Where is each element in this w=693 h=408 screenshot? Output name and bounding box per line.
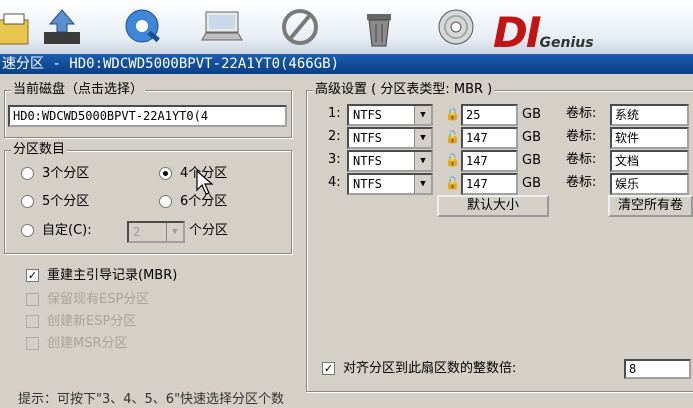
no-sign-icon[interactable]	[278, 6, 322, 48]
filesystem-value: NTFS	[353, 154, 382, 168]
radio-button[interactable]	[21, 224, 34, 237]
chevron-down-icon[interactable]: ▼	[414, 129, 431, 147]
current-disk-group: 当前磁盘（点击选择） HD0:WDCWD5000BPVT-22A1YT0(4	[4, 82, 292, 138]
lock-closed-icon[interactable]: 🔒	[445, 106, 460, 122]
footer-hint: 提示：可按下"3、4、5、6"快速选择分区个数	[18, 392, 285, 407]
radio-6-label: 6个分区	[180, 194, 228, 209]
radio-5-label: 5个分区	[42, 194, 90, 209]
save-icon[interactable]	[0, 6, 34, 48]
volume-label-input[interactable]: 娱乐	[610, 173, 689, 195]
row-number: 3:	[328, 152, 341, 167]
keep-esp-label: 保留现有ESP分区	[47, 292, 150, 307]
size-input[interactable]: 147	[461, 173, 518, 195]
partition-count-group: 分区数目 3个分区 4个分区 5个分区 6个分区 自定(C): 2 ▼ 个分区	[4, 142, 292, 254]
volume-label-caption: 卷标:	[566, 106, 597, 121]
chevron-down-icon[interactable]: ▼	[414, 152, 431, 170]
size-input[interactable]: 25	[461, 104, 518, 126]
size-input[interactable]: 147	[461, 150, 518, 172]
advanced-settings-label: 高级设置 ( 分区表类型: MBR )	[313, 82, 495, 98]
radio-button[interactable]	[21, 195, 34, 208]
trash-icon[interactable]	[357, 6, 401, 48]
chevron-down-icon[interactable]: ▼	[166, 223, 183, 241]
size-unit: GB	[522, 153, 541, 168]
volume-label-caption: 卷标:	[566, 175, 597, 190]
create-esp-checkbox[interactable]	[26, 315, 39, 328]
mouse-cursor-icon	[196, 170, 214, 195]
size-unit: GB	[522, 107, 541, 122]
align-sectors-input[interactable]: 8	[624, 359, 691, 379]
custom-label: 自定(C):	[42, 223, 92, 238]
custom-suffix: 个分区	[189, 223, 229, 238]
lock-open-icon[interactable]: 🔓	[445, 152, 460, 168]
upload-icon[interactable]	[40, 6, 84, 48]
size-unit: GB	[522, 176, 541, 191]
keep-esp-option[interactable]: 保留现有ESP分区	[26, 292, 149, 308]
radio-6-partitions[interactable]: 6个分区	[159, 194, 227, 210]
volume-label-input[interactable]: 软件	[610, 127, 689, 149]
radio-3-label: 3个分区	[42, 166, 90, 181]
disk-search-icon[interactable]	[120, 6, 164, 48]
rebuild-mbr-checkbox[interactable]: ✓	[26, 269, 39, 282]
radio-button-selected[interactable]	[159, 167, 172, 180]
current-disk-field[interactable]: HD0:WDCWD5000BPVT-22A1YT0(4	[8, 105, 287, 127]
filesystem-select[interactable]: NTFS ▼	[347, 127, 433, 149]
create-msr-checkbox[interactable]	[26, 337, 39, 350]
create-esp-label: 创建新ESP分区	[47, 314, 137, 329]
create-msr-option[interactable]: 创建MSR分区	[26, 336, 128, 352]
row-number: 1:	[328, 106, 341, 121]
custom-count-select[interactable]: 2 ▼	[127, 221, 185, 243]
row-number: 2:	[328, 129, 341, 144]
filesystem-value: NTFS	[353, 131, 382, 145]
laptop-icon[interactable]	[200, 6, 244, 48]
align-partitions-option[interactable]: ✓ 对齐分区到此扇区数的整数倍:	[322, 361, 516, 377]
create-msr-label: 创建MSR分区	[47, 336, 128, 351]
lock-open-icon[interactable]: 🔓	[445, 129, 460, 145]
chevron-down-icon[interactable]: ▼	[414, 106, 431, 124]
filesystem-select[interactable]: NTFS ▼	[347, 104, 433, 126]
radio-4-partitions[interactable]: 4个分区	[159, 166, 227, 182]
rebuild-mbr-option[interactable]: ✓ 重建主引导记录(MBR)	[26, 268, 177, 284]
filesystem-value: NTFS	[353, 108, 382, 122]
lock-open-icon[interactable]: 🔓	[445, 175, 460, 191]
partition-count-label: 分区数目	[11, 142, 68, 158]
size-unit: GB	[522, 130, 541, 145]
volume-label-input[interactable]: 文档	[610, 150, 689, 172]
volume-label-caption: 卷标:	[566, 129, 597, 144]
volume-label-input[interactable]: 系统	[610, 104, 689, 126]
create-esp-option[interactable]: 创建新ESP分区	[26, 314, 136, 330]
chevron-down-icon[interactable]: ▼	[414, 175, 431, 193]
volume-label-caption: 卷标:	[566, 152, 597, 167]
filesystem-select[interactable]: NTFS ▼	[347, 173, 433, 195]
custom-count-value: 2	[133, 225, 141, 239]
toolbar: DIGenius	[0, 0, 693, 54]
radio-3-partitions[interactable]: 3个分区	[21, 166, 89, 182]
window-title: 速分区 - HD0:WDCWD5000BPVT-22A1YT0(466GB)	[0, 54, 693, 74]
keep-esp-checkbox[interactable]	[26, 293, 39, 306]
rebuild-mbr-label: 重建主引导记录(MBR)	[47, 268, 178, 283]
align-partitions-label: 对齐分区到此扇区数的整数倍:	[343, 361, 517, 376]
clear-all-labels-button[interactable]: 清空所有卷	[608, 195, 693, 217]
cd-icon[interactable]	[434, 6, 478, 48]
radio-button[interactable]	[159, 195, 172, 208]
filesystem-select[interactable]: NTFS ▼	[347, 150, 433, 172]
current-disk-label: 当前磁盘（点击选择）	[11, 82, 146, 98]
default-size-button[interactable]: 默认大小	[437, 195, 549, 217]
row-number: 4:	[328, 175, 341, 190]
radio-custom[interactable]: 自定(C):	[21, 223, 92, 239]
app-logo: DIGenius	[493, 8, 594, 57]
radio-button[interactable]	[21, 167, 34, 180]
filesystem-value: NTFS	[353, 177, 382, 191]
size-input[interactable]: 147	[461, 127, 518, 149]
radio-5-partitions[interactable]: 5个分区	[21, 194, 89, 210]
align-partitions-checkbox[interactable]: ✓	[322, 362, 335, 375]
